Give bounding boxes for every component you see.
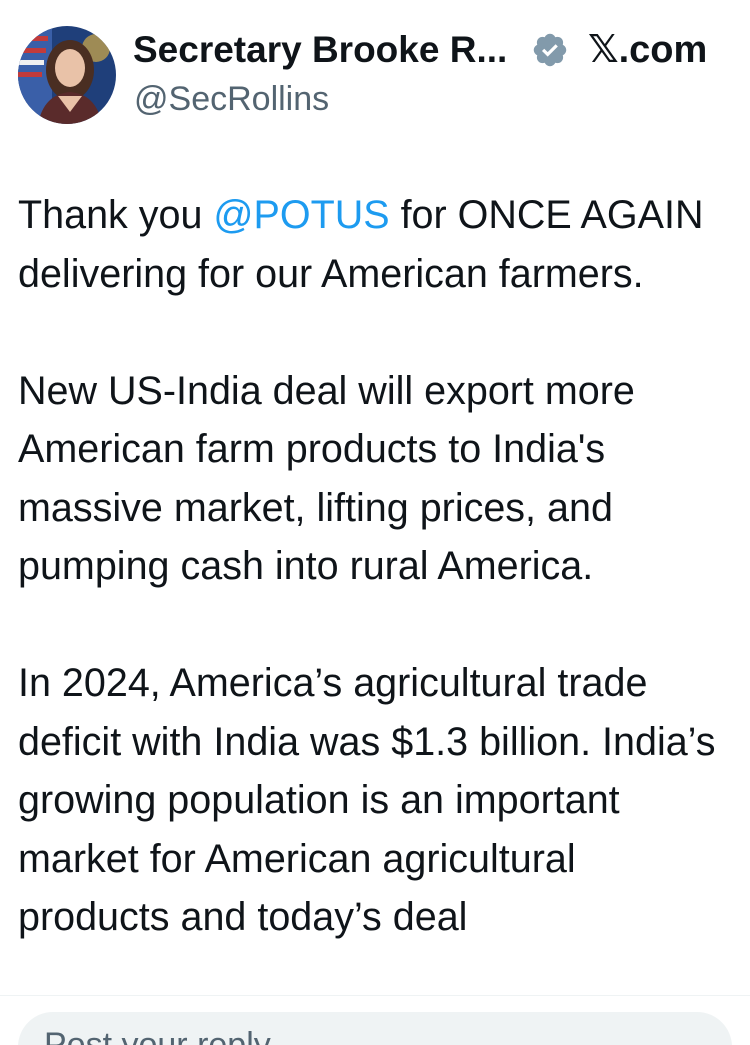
reply-input[interactable]: Post your reply	[18, 1012, 732, 1045]
site-label: 𝕏.com	[588, 29, 708, 71]
mention-link[interactable]: @POTUS	[213, 193, 389, 237]
tweet-paragraph: Thank you @POTUS for ONCE AGAIN deliveri…	[18, 186, 738, 303]
author-avatar[interactable]	[18, 26, 116, 124]
tweet-header: Secretary Brooke R... 𝕏.com @SecRollins	[0, 0, 750, 140]
author-handle[interactable]: @SecRollins	[134, 78, 329, 120]
tweet-paragraph: In 2024, America’s agricultural trade de…	[18, 661, 716, 939]
reply-placeholder: Post your reply	[44, 1026, 271, 1045]
author-name[interactable]: Secretary Brooke R...	[133, 28, 507, 72]
verified-badge-icon	[531, 31, 569, 69]
avatar-image	[18, 26, 116, 124]
tweet-paragraph: New US-India deal will export more Ameri…	[18, 368, 635, 589]
tweet-page: Secretary Brooke R... 𝕏.com @SecRollins …	[0, 0, 750, 1045]
tweet-text-segment: Thank you	[18, 193, 214, 237]
tweet-text: Thank you @POTUS for ONCE AGAIN deliveri…	[18, 186, 738, 1005]
